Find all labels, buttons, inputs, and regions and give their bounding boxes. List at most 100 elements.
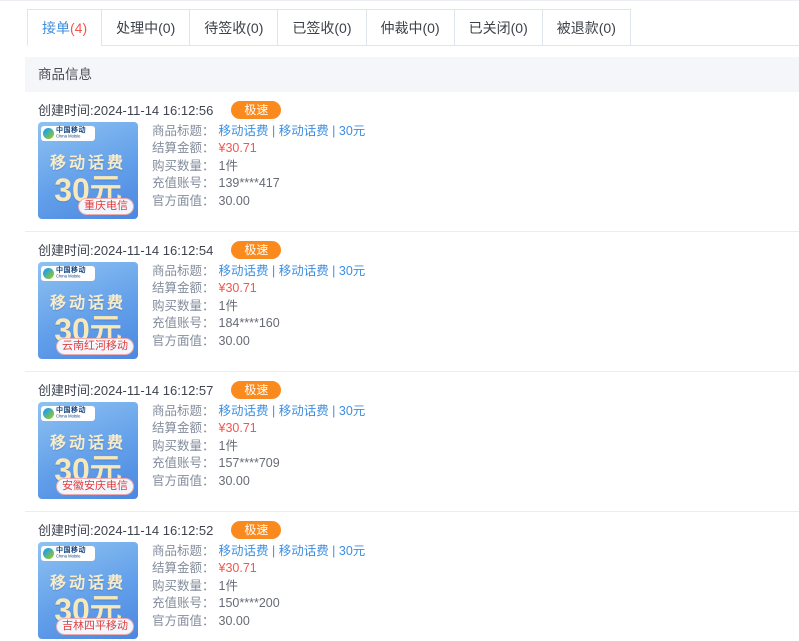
title-label: 商品标题： [152,544,215,558]
order-body: 中国移动 China Mobile 移动话费 30元 吉林四平移动 商品标题： 移… [38,542,787,639]
product-title-link[interactable]: 移动话费 | 移动话费 | 30元 [219,544,366,558]
official-face-value: 30.00 [219,334,250,348]
china-mobile-logo-icon [43,408,54,419]
settlement-amount: ¥30.71 [219,561,257,575]
detail-row-title: 商品标题： 移动话费 | 移动话费 | 30元 [152,403,365,420]
order-header: 创建时间:2024-11-14 16:12:52 极速 [38,520,787,539]
china-mobile-brand: 中国移动 China Mobile [41,266,95,281]
detail-row-account: 充值账号： 157****709 [152,455,365,472]
brand-name-en: China Mobile [56,275,81,279]
tab-item[interactable]: 被退款(0) [542,9,631,46]
created-value: 2024-11-14 16:12:54 [94,243,214,258]
china-mobile-brand-text: 中国移动 China Mobile [56,267,91,280]
tab-item[interactable]: 已签收(0) [277,9,366,46]
order-header: 创建时间:2024-11-14 16:12:57 极速 [38,380,787,399]
brand-name-cn: 中国移动 [56,547,91,554]
recharge-account: 139****417 [219,176,280,190]
quantity-label: 购买数量： [152,299,215,313]
amount-label: 结算金额： [152,421,215,435]
created-label: 创建时间: [38,523,94,538]
tab-item[interactable]: 接单(4) [27,9,102,46]
detail-row-face-value: 官方面值：30.00 [152,333,365,350]
tab-label: 仲裁中 [381,20,423,36]
order-row: 创建时间:2024-11-14 16:12:52 极速 中国移动 China M… [25,512,799,641]
order-body: 中国移动 China Mobile 移动话费 30元 安徽安庆电信 商品标题： 移… [38,402,787,499]
card-product-name: 移动话费 [38,429,138,453]
tab-label: 接单 [42,20,70,36]
tab-count: (0) [158,20,175,36]
brand-name-en: China Mobile [56,135,81,139]
order-header: 创建时间:2024-11-14 16:12:56 极速 [38,100,787,119]
recharge-account: 184****160 [219,316,280,330]
detail-row-title: 商品标题： 移动话费 | 移动话费 | 30元 [152,543,365,560]
product-title-link[interactable]: 移动话费 | 移动话费 | 30元 [219,124,366,138]
recharge-account: 157****709 [219,456,280,470]
product-card-image[interactable]: 中国移动 China Mobile 移动话费 30元 吉林四平移动 [38,542,138,639]
order-list: 创建时间:2024-11-14 16:12:56 极速 中国移动 China M… [25,92,799,641]
quantity-label: 购买数量： [152,439,215,453]
detail-row-face-value: 官方面值：30.00 [152,473,365,490]
order-row: 创建时间:2024-11-14 16:12:57 极速 中国移动 China M… [25,372,799,512]
tab-count: (4) [70,20,87,36]
tab-item[interactable]: 待签收(0) [189,9,278,46]
order-details: 商品标题： 移动话费 | 移动话费 | 30元 结算金额：¥30.71 购买数量：… [152,262,365,350]
product-card-image[interactable]: 中国移动 China Mobile 移动话费 30元 云南红河移动 [38,262,138,359]
tab-count: (0) [511,20,528,36]
brand-name-en: China Mobile [56,415,81,419]
detail-row-account: 充值账号： 139****417 [152,175,365,192]
order-created-time: 创建时间:2024-11-14 16:12:54 [38,240,213,259]
product-title-link[interactable]: 移动话费 | 移动话费 | 30元 [219,264,366,278]
detail-row-amount: 结算金额：¥30.71 [152,140,365,157]
card-product-name: 移动话费 [38,149,138,173]
order-created-time: 创建时间:2024-11-14 16:12:56 [38,100,213,119]
account-label: 充值账号： [152,596,215,610]
tab-count: (0) [423,20,440,36]
card-product-name: 移动话费 [38,569,138,593]
region-badge: 吉林四平移动 [56,618,134,635]
detail-row-amount: 结算金额：¥30.71 [152,280,365,297]
order-row: 创建时间:2024-11-14 16:12:54 极速 中国移动 China M… [25,232,799,372]
created-value: 2024-11-14 16:12:56 [94,103,214,118]
account-label: 充值账号： [152,176,215,190]
title-label: 商品标题： [152,404,215,418]
order-body: 中国移动 China Mobile 移动话费 30元 云南红河移动 商品标题： 移… [38,262,787,359]
tab-count: (0) [334,20,351,36]
order-status-tabs: 接单(4) 处理中(0) 待签收(0) 已签收(0) 仲裁中(0) 已关闭(0) [28,9,799,46]
created-label: 创建时间: [38,243,94,258]
created-label: 创建时间: [38,103,94,118]
tab-label: 处理中 [116,20,158,36]
detail-row-quantity: 购买数量： 1件 [152,578,365,595]
purchase-quantity: 1件 [219,579,238,593]
detail-row-face-value: 官方面值：30.00 [152,613,365,630]
product-card-image[interactable]: 中国移动 China Mobile 移动话费 30元 重庆电信 [38,122,138,219]
brand-name-cn: 中国移动 [56,127,91,134]
face-value-label: 官方面值： [152,474,215,488]
tab-item[interactable]: 仲裁中(0) [366,9,455,46]
quantity-label: 购买数量： [152,159,215,173]
account-label: 充值账号： [152,456,215,470]
tab-count: (0) [599,20,616,36]
brand-name-en: China Mobile [56,555,81,559]
tab-item[interactable]: 已关闭(0) [454,9,543,46]
region-badge: 云南红河移动 [56,338,134,355]
created-value: 2024-11-14 16:12:52 [94,523,214,538]
orders-panel: 商品信息 创建时间:2024-11-14 16:12:56 极速 中国移 [25,57,799,641]
detail-row-title: 商品标题：移动话费 | 移动话费 | 30元 [152,123,365,140]
product-card-image[interactable]: 中国移动 China Mobile 移动话费 30元 安徽安庆电信 [38,402,138,499]
account-label: 充值账号： [152,316,215,330]
detail-row-amount: 结算金额：¥30.71 [152,560,365,577]
title-label: 商品标题： [152,264,215,278]
amount-label: 结算金额： [152,281,215,295]
detail-row-account: 充值账号：150****200 [152,595,365,612]
card-product-name: 移动话费 [38,289,138,313]
region-badge: 重庆电信 [78,198,134,215]
product-title-link[interactable]: 移动话费 | 移动话费 | 30元 [219,404,366,418]
china-mobile-logo-icon [43,268,54,279]
speed-badge: 极速 [231,101,281,119]
china-mobile-logo-icon [43,128,54,139]
tab-item[interactable]: 处理中(0) [101,9,190,46]
china-mobile-logo-icon [43,548,54,559]
created-value: 2024-11-14 16:12:57 [94,383,214,398]
purchase-quantity: 1件 [219,299,238,313]
quantity-label: 购买数量： [152,579,215,593]
